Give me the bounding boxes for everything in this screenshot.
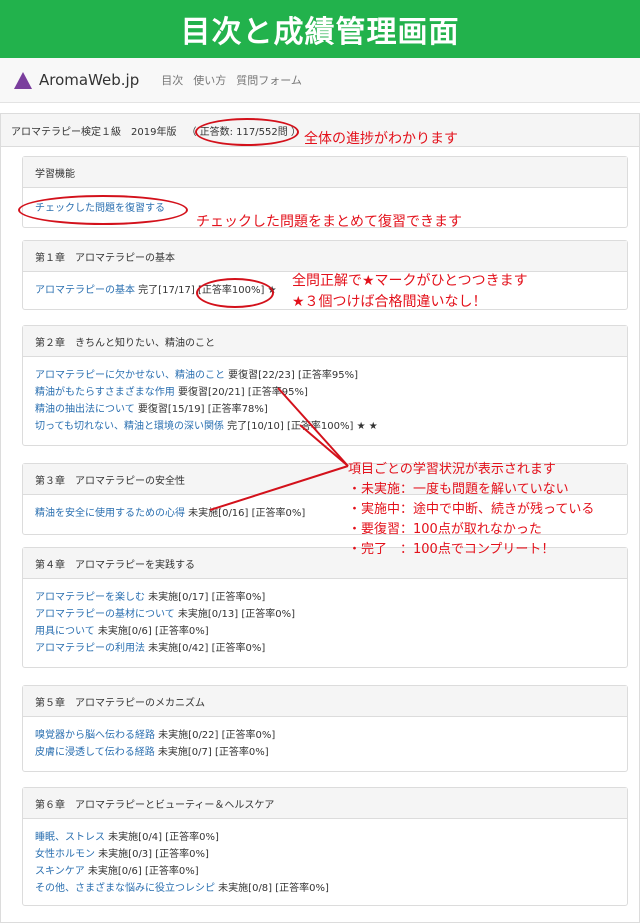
section-rate: [正答率0%] [155,849,209,860]
section-rate: [正答率0%] [154,626,209,637]
section-rate: [正答率95%] [247,387,308,398]
nav-link-usage[interactable]: 使い方 [193,72,226,88]
chapter-heading: 第１章 アロマテラピーの基本 [23,241,627,272]
list-item: 嗅覚器から脳へ伝わる経路 未実施[0/22] [正答率0%] [35,727,615,744]
section-link[interactable]: 精油の抽出法について [35,404,135,415]
section-status: 完了[10/10] [224,421,284,432]
list-item: アロマテラピーを楽しむ 未実施[0/17] [正答率0%] [35,589,615,606]
section-status: 完了[17/17] [135,285,195,296]
section-status: 未実施[0/6] [84,866,142,877]
section-rate: [正答率95%] [298,370,359,381]
list-item: 皮膚に浸透して伝わる経路 未実施[0/7] [正答率0%] [35,744,615,761]
brand-logo-icon[interactable] [14,71,32,89]
chapter-heading: 第５章 アロマテラピーのメカニズム [23,686,627,717]
list-item: アロマテラピーに欠かせない、精油のこと 要復習[22/23] [正答率95%] [35,367,615,384]
section-link[interactable]: 女性ホルモン [35,849,95,860]
navbar: AromaWeb.jp 目次 使い方 質問フォーム [0,58,640,103]
section-rate: [正答率78%] [207,404,268,415]
section-link[interactable]: 用具について [35,626,95,637]
annotation-status-line: ・完了 ：100点でコンプリート！ [348,542,555,557]
star-marks: ★ ★ [353,421,378,432]
list-item: 睡眠、ストレス 未実施[0/4] [正答率0%] [35,829,615,846]
section-rate: [正答率0%] [221,730,276,741]
section-status: 未実施[0/13] [174,609,239,620]
annotation-status-line: ・未実施：一度も問題を解いていない [348,482,569,497]
section-status: 未実施[0/7] [154,747,212,758]
chapter-panel-2: 第２章 きちんと知りたい、精油のこと アロマテラピーに欠かせない、精油のこと 要… [22,325,628,446]
section-rate: [正答率0%] [275,883,329,894]
chapter-panel-5: 第５章 アロマテラピーのメカニズム 嗅覚器から脳へ伝わる経路 未実施[0/22]… [22,685,628,772]
annotation-progress: 全体の進捗がわかります [304,131,458,147]
section-link[interactable]: 精油がもたらすさまざまな作用 [35,387,175,398]
chapter-heading: 第２章 きちんと知りたい、精油のこと [23,326,627,357]
section-status: 未実施[0/16] [185,508,249,519]
section-rate: [正答率0%] [144,866,199,877]
chapter-panel-6: 第６章 アロマテラピーとビューティー＆ヘルスケア 睡眠、ストレス 未実施[0/4… [22,787,628,906]
section-status: 要復習[22/23] [225,370,295,381]
panel-heading: 学習機能 [23,157,627,188]
list-item: 切っても切れない、精油と環境の深い関係 完了[10/10] [正答率100%] … [35,418,615,435]
progress-highlight-oval [195,118,299,146]
section-rate: [正答率0%] [241,609,295,620]
list-item: 精油がもたらすさまざまな作用 要復習[20/21] [正答率95%] [35,384,615,401]
list-item: 女性ホルモン 未実施[0/3] [正答率0%] [35,846,615,863]
annotation-status-line: ・実施中：途中で中断、続きが残っている [348,502,595,517]
section-link[interactable]: 睡眠、ストレス [35,832,105,843]
exam-title: アロマテラピー検定１級 2019年版 [11,126,177,138]
section-status: 未実施[0/8] [215,883,273,894]
section-link[interactable]: 切っても切れない、精油と環境の深い関係 [35,421,224,432]
banner-title: 目次と成績管理画面 [180,15,460,50]
annotation-status-title: 項目ごとの学習状況が表示されます [348,462,556,477]
section-rate: [正答率0%] [165,832,219,843]
section-status: 未実施[0/6] [94,626,152,637]
section-link[interactable]: その他、さまざまな悩みに役立つレシピ [35,883,215,894]
section-status: 要復習[15/19] [134,404,205,415]
list-item: スキンケア 未実施[0/6] [正答率0%] [35,863,615,880]
section-rate: [正答率0%] [214,747,269,758]
chapter-panel-4: 第４章 アロマテラピーを実践する アロマテラピーを楽しむ 未実施[0/17] [… [22,547,628,668]
section-status: 未実施[0/4] [105,832,163,843]
section-link[interactable]: アロマテラピーを楽しむ [35,592,145,603]
annotation-review: チェックした問題をまとめて復習できます [196,214,462,230]
rate-highlight-oval [196,278,274,308]
list-item: アロマテラピーの利用法 未実施[0/42] [正答率0%] [35,640,615,657]
annotation-stars-2: ★３個つけば合格間違いなし！ [292,294,487,310]
brand-name[interactable]: AromaWeb.jp [39,71,139,89]
section-link[interactable]: アロマテラピーに欠かせない、精油のこと [35,370,225,381]
nav-link-question-form[interactable]: 質問フォーム [236,72,302,88]
list-item: 精油の抽出法について 要復習[15/19] [正答率78%] [35,401,615,418]
section-status: 未実施[0/3] [95,849,153,860]
annotation-stars-1: 全問正解で★マークがひとつつきます [292,273,528,289]
list-item: その他、さまざまな悩みに役立つレシピ 未実施[0/8] [正答率0%] [35,880,615,897]
section-rate: [正答率0%] [251,508,306,519]
section-link[interactable]: アロマテラピーの基材について [35,609,175,620]
annotation-status-line: ・要復習：100点が取れなかった [348,522,542,537]
page-banner: 目次と成績管理画面 [0,0,640,58]
section-link[interactable]: スキンケア [35,866,85,877]
review-highlight-oval [18,195,188,225]
section-rate: [正答率100%] [287,421,354,432]
section-link[interactable]: アロマテラピーの利用法 [35,643,145,654]
section-link[interactable]: 皮膚に浸透して伝わる経路 [35,747,155,758]
section-link[interactable]: 精油を安全に使用するための心得 [35,508,185,519]
section-status: 未実施[0/17] [145,592,209,603]
section-rate: [正答率0%] [211,592,266,603]
nav-link-toc[interactable]: 目次 [161,72,183,88]
section-status: 未実施[0/22] [155,730,219,741]
section-status: 未実施[0/42] [145,643,209,654]
section-link[interactable]: アロマテラピーの基本 [35,285,135,296]
section-status: 要復習[20/21] [174,387,245,398]
list-item: 用具について 未実施[0/6] [正答率0%] [35,623,615,640]
section-link[interactable]: 嗅覚器から脳へ伝わる経路 [35,730,155,741]
list-item: アロマテラピーの基材について 未実施[0/13] [正答率0%] [35,606,615,623]
chapter-heading: 第６章 アロマテラピーとビューティー＆ヘルスケア [23,788,627,819]
section-rate: [正答率0%] [211,643,266,654]
